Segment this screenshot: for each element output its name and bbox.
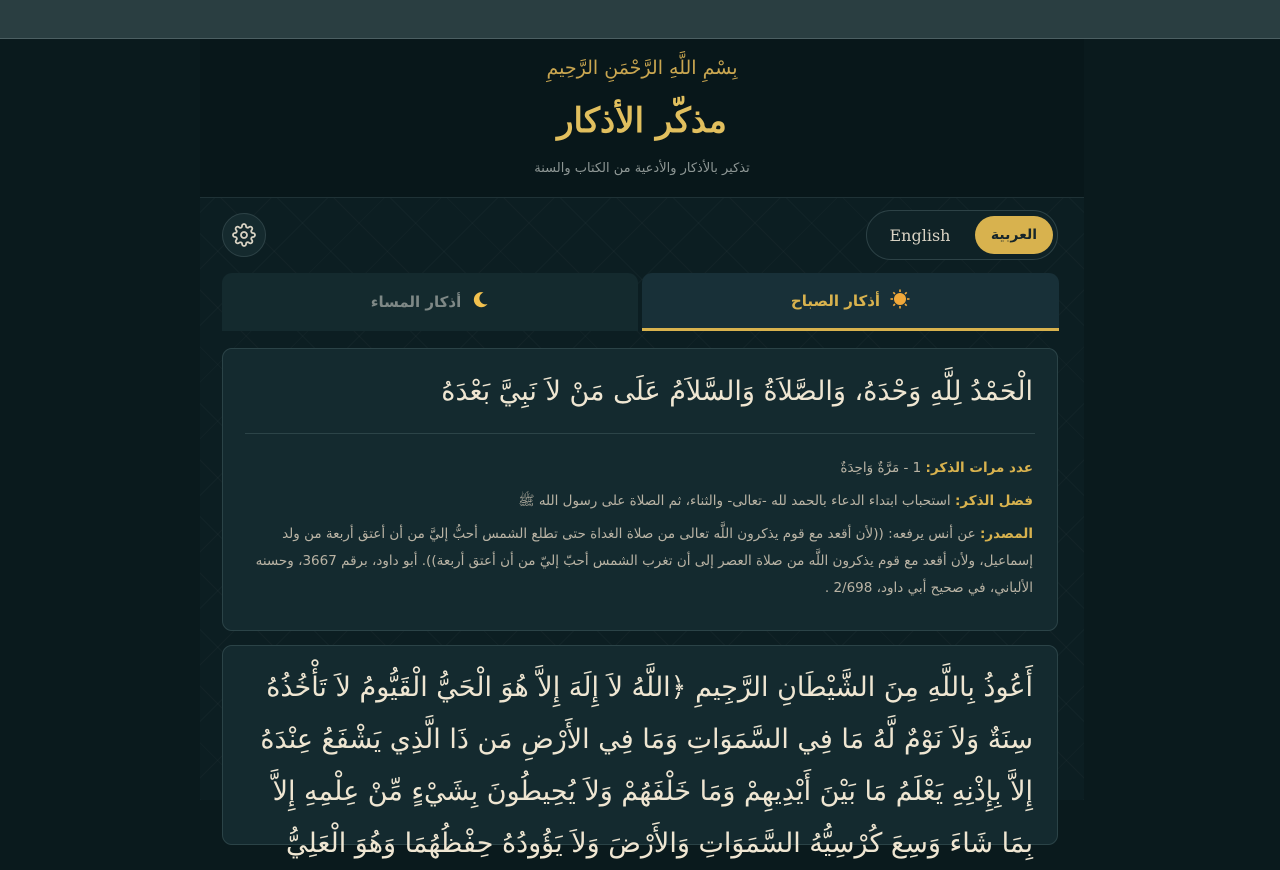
page-subtitle: تذكير بالأذكار والأدعية من الكتاب والسنة bbox=[534, 161, 750, 176]
dhikr-text: أَعُوذُ بِاللَّهِ مِنَ الشَّيْطَانِ الرَ… bbox=[260, 672, 1033, 859]
dhikr-source: المصدر: عن أنس يرفعه: ((لأن أقعد مع قوم … bbox=[247, 521, 1033, 602]
basmala: بِسْمِ اللَّهِ الرَّحْمَنِ الرَّحِيمِ bbox=[546, 57, 738, 79]
app-header: بِسْمِ اللَّهِ الرَّحْمَنِ الرَّحِيمِ مذ… bbox=[200, 39, 1084, 198]
dhikr-card: أَعُوذُ بِاللَّهِ مِنَ الشَّيْطَانِ الرَ… bbox=[222, 645, 1058, 859]
language-option-arabic[interactable]: العربية bbox=[975, 216, 1053, 254]
tab-label: أذكار المساء bbox=[370, 293, 462, 311]
divider bbox=[245, 433, 1035, 434]
dhikr-card: الْحَمْدُ لِلَّهِ وَحْدَهُ، وَالصَّلاَةُ… bbox=[222, 348, 1058, 631]
virtue-value: استحباب ابتداء الدعاء بالحمد لله -تعالى-… bbox=[518, 493, 951, 509]
gear-icon bbox=[232, 223, 256, 247]
language-switch: English العربية bbox=[866, 210, 1058, 260]
dhikr-count: عدد مرات الذكر: 1 - مَرَّةٌ وَاحِدَةٌ bbox=[247, 455, 1033, 482]
dhikr-text: الْحَمْدُ لِلَّهِ وَحْدَهُ، وَالصَّلاَةُ… bbox=[441, 376, 1033, 407]
settings-button[interactable] bbox=[222, 213, 266, 257]
tab-evening-adhkar[interactable]: أذكار المساء bbox=[222, 273, 638, 331]
tab-morning-adhkar[interactable]: أذكار الصباح bbox=[642, 273, 1059, 331]
virtue-label: فضل الذكر: bbox=[954, 493, 1033, 509]
browser-top-bar bbox=[0, 0, 1280, 39]
count-label: عدد مرات الذكر: bbox=[925, 460, 1033, 476]
tab-label: أذكار الصباح bbox=[790, 291, 881, 310]
sun-icon bbox=[890, 289, 910, 313]
source-value: عن أنس يرفعه: ((لأن أقعد مع قوم يذكرون ا… bbox=[255, 526, 1033, 596]
language-option-english[interactable]: English bbox=[875, 216, 965, 254]
app-container: بِسْمِ اللَّهِ الرَّحْمَنِ الرَّحِيمِ مذ… bbox=[200, 39, 1084, 859]
count-value: 1 - مَرَّةٌ وَاحِدَةٌ bbox=[840, 460, 922, 476]
moon-icon bbox=[471, 291, 489, 313]
page-title: مذكّر الأذكار bbox=[557, 101, 727, 141]
source-label: المصدر: bbox=[979, 526, 1033, 542]
dhikr-virtue: فضل الذكر: استحباب ابتداء الدعاء بالحمد … bbox=[247, 488, 1033, 515]
